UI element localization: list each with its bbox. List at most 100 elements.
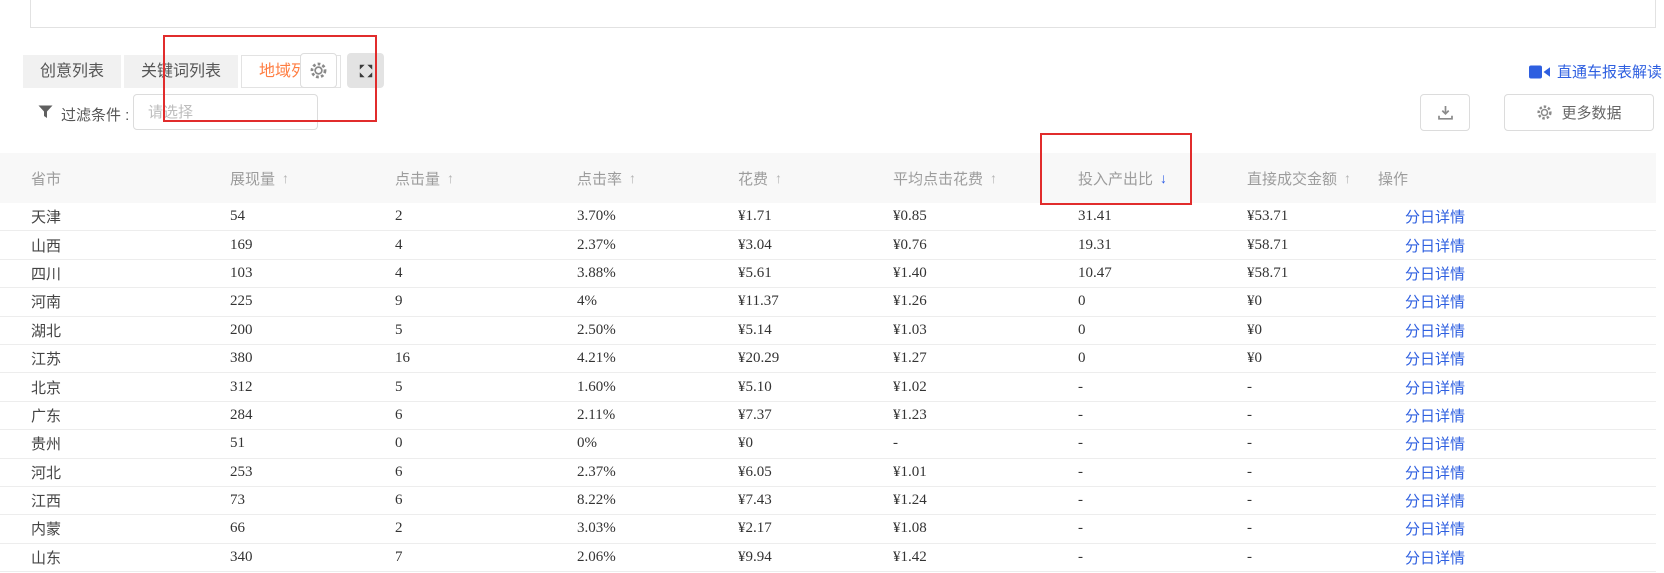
column-label: 展现量	[230, 168, 275, 189]
table-cell-province: 山西	[0, 235, 230, 256]
table-row: 北京31251.60%¥5.10¥1.02--分日详情	[0, 373, 1656, 401]
daily-detail-link[interactable]: 分日详情	[1405, 465, 1465, 482]
table-cell-province: 江苏	[0, 348, 230, 369]
table-cell-avg-click-cost: ¥1.23	[893, 407, 1078, 424]
table-cell-direct-transaction-amount: -	[1247, 407, 1378, 424]
table-row: 广东28462.11%¥7.37¥1.23--分日详情	[0, 402, 1656, 430]
column-label: 省市	[31, 168, 61, 189]
daily-detail-link[interactable]: 分日详情	[1405, 266, 1465, 283]
table-cell-clicks: 5	[395, 322, 577, 339]
table-cell-cost: ¥5.10	[738, 379, 893, 396]
tab-creative-list[interactable]: 创意列表	[23, 55, 121, 88]
table-cell-avg-click-cost: ¥1.27	[893, 350, 1078, 367]
table-cell-direct-transaction-amount: -	[1247, 435, 1378, 452]
table-cell-direct-transaction-amount: ¥0	[1247, 322, 1378, 339]
daily-detail-link[interactable]: 分日详情	[1405, 550, 1465, 567]
column-header-direct-transaction-amount[interactable]: 直接成交金额↑	[1247, 168, 1378, 189]
table-cell-actions: 分日详情	[1378, 206, 1656, 227]
sort-up-icon: ↑	[629, 170, 636, 186]
table-cell-direct-transaction-amount: ¥0	[1247, 293, 1378, 310]
table-cell-avg-click-cost: ¥1.03	[893, 322, 1078, 339]
daily-detail-link[interactable]: 分日详情	[1405, 380, 1465, 397]
table-cell-actions: 分日详情	[1378, 348, 1656, 369]
table-cell-clicks: 4	[395, 265, 577, 282]
download-button[interactable]	[1420, 94, 1470, 131]
daily-detail-link[interactable]: 分日详情	[1405, 408, 1465, 425]
filter-label: 过滤条件 :	[61, 104, 129, 125]
table-cell-actions: 分日详情	[1378, 235, 1656, 256]
daily-detail-link[interactable]: 分日详情	[1405, 436, 1465, 453]
more-data-button[interactable]: 更多数据	[1504, 94, 1654, 131]
table-cell-impressions: 169	[230, 237, 395, 254]
table-cell-cost: ¥1.71	[738, 208, 893, 225]
column-header-cost[interactable]: 花费↑	[738, 168, 893, 189]
table-header-row: 省市 展现量↑点击量↑点击率 ↑ 花费↑平均点击花费↑投入产出比↓直接成交金额↑操作	[0, 153, 1656, 203]
expand-arrows-icon	[358, 63, 374, 79]
table-cell-cost: ¥9.94	[738, 549, 893, 566]
report-guide-label: 直通车报表解读	[1557, 61, 1662, 82]
column-header-avg-click-cost[interactable]: 平均点击花费↑	[893, 168, 1078, 189]
table-cell-impressions: 51	[230, 435, 395, 452]
download-tray-icon	[1437, 105, 1454, 121]
daily-detail-link[interactable]: 分日详情	[1405, 209, 1465, 226]
funnel-icon	[38, 105, 53, 119]
table-cell-ctr: 3.88%	[577, 265, 738, 282]
daily-detail-link[interactable]: 分日详情	[1405, 351, 1465, 368]
table-cell-roi: 0	[1078, 350, 1247, 367]
table-cell-impressions: 340	[230, 549, 395, 566]
table-cell-ctr: 4%	[577, 293, 738, 310]
column-settings-button[interactable]	[300, 53, 337, 88]
column-label: 操作	[1378, 168, 1408, 189]
table-cell-cost: ¥5.61	[738, 265, 893, 282]
table-cell-actions: 分日详情	[1378, 405, 1656, 426]
table-cell-ctr: 2.37%	[577, 237, 738, 254]
table-cell-roi: -	[1078, 435, 1247, 452]
daily-detail-link[interactable]: 分日详情	[1405, 294, 1465, 311]
table-cell-province: 湖北	[0, 320, 230, 341]
daily-detail-link[interactable]: 分日详情	[1405, 238, 1465, 255]
table-cell-cost: ¥7.37	[738, 407, 893, 424]
table-row: 江苏380164.21%¥20.29¥1.270¥0分日详情	[0, 345, 1656, 373]
column-label: 花费	[738, 168, 768, 189]
report-guide-link[interactable]: 直通车报表解读	[1529, 61, 1662, 82]
table-cell-clicks: 6	[395, 492, 577, 509]
table-cell-roi: -	[1078, 520, 1247, 537]
table-cell-avg-click-cost: ¥0.76	[893, 237, 1078, 254]
table-cell-ctr: 0%	[577, 435, 738, 452]
fullscreen-button[interactable]	[347, 53, 384, 88]
table-cell-roi: -	[1078, 492, 1247, 509]
column-label: 直接成交金额	[1247, 168, 1337, 189]
tab-keyword-list[interactable]: 关键词列表	[124, 55, 238, 88]
table-cell-impressions: 380	[230, 350, 395, 367]
filter-select-input[interactable]	[133, 94, 318, 130]
table-cell-actions: 分日详情	[1378, 320, 1656, 341]
table-cell-ctr: 3.70%	[577, 208, 738, 225]
column-header-impressions[interactable]: 展现量↑	[230, 168, 395, 189]
column-header-ctr[interactable]: 点击率 ↑	[577, 168, 738, 189]
table-cell-cost: ¥2.17	[738, 520, 893, 537]
table-row: 湖北20052.50%¥5.14¥1.030¥0分日详情	[0, 317, 1656, 345]
table-cell-clicks: 0	[395, 435, 577, 452]
daily-detail-link[interactable]: 分日详情	[1405, 521, 1465, 538]
sort-down-icon: ↓	[1160, 170, 1167, 186]
column-label: 点击率	[577, 168, 622, 189]
table-cell-cost: ¥5.14	[738, 322, 893, 339]
table-cell-impressions: 103	[230, 265, 395, 282]
table-cell-actions: 分日详情	[1378, 291, 1656, 312]
table-cell-direct-transaction-amount: -	[1247, 379, 1378, 396]
table-cell-impressions: 200	[230, 322, 395, 339]
table-cell-clicks: 16	[395, 350, 577, 367]
column-header-roi[interactable]: 投入产出比↓	[1078, 168, 1247, 189]
table-cell-ctr: 4.21%	[577, 350, 738, 367]
table-cell-clicks: 6	[395, 464, 577, 481]
daily-detail-link[interactable]: 分日详情	[1405, 323, 1465, 340]
daily-detail-link[interactable]: 分日详情	[1405, 493, 1465, 510]
table-cell-clicks: 4	[395, 237, 577, 254]
table-body: 天津5423.70%¥1.71¥0.8531.41¥53.71分日详情山西169…	[0, 203, 1656, 572]
column-header-clicks[interactable]: 点击量↑	[395, 168, 577, 189]
table-cell-avg-click-cost: ¥1.01	[893, 464, 1078, 481]
table-cell-clicks: 7	[395, 549, 577, 566]
table-cell-actions: 分日详情	[1378, 462, 1656, 483]
table-cell-cost: ¥11.37	[738, 293, 893, 310]
table-cell-clicks: 6	[395, 407, 577, 424]
